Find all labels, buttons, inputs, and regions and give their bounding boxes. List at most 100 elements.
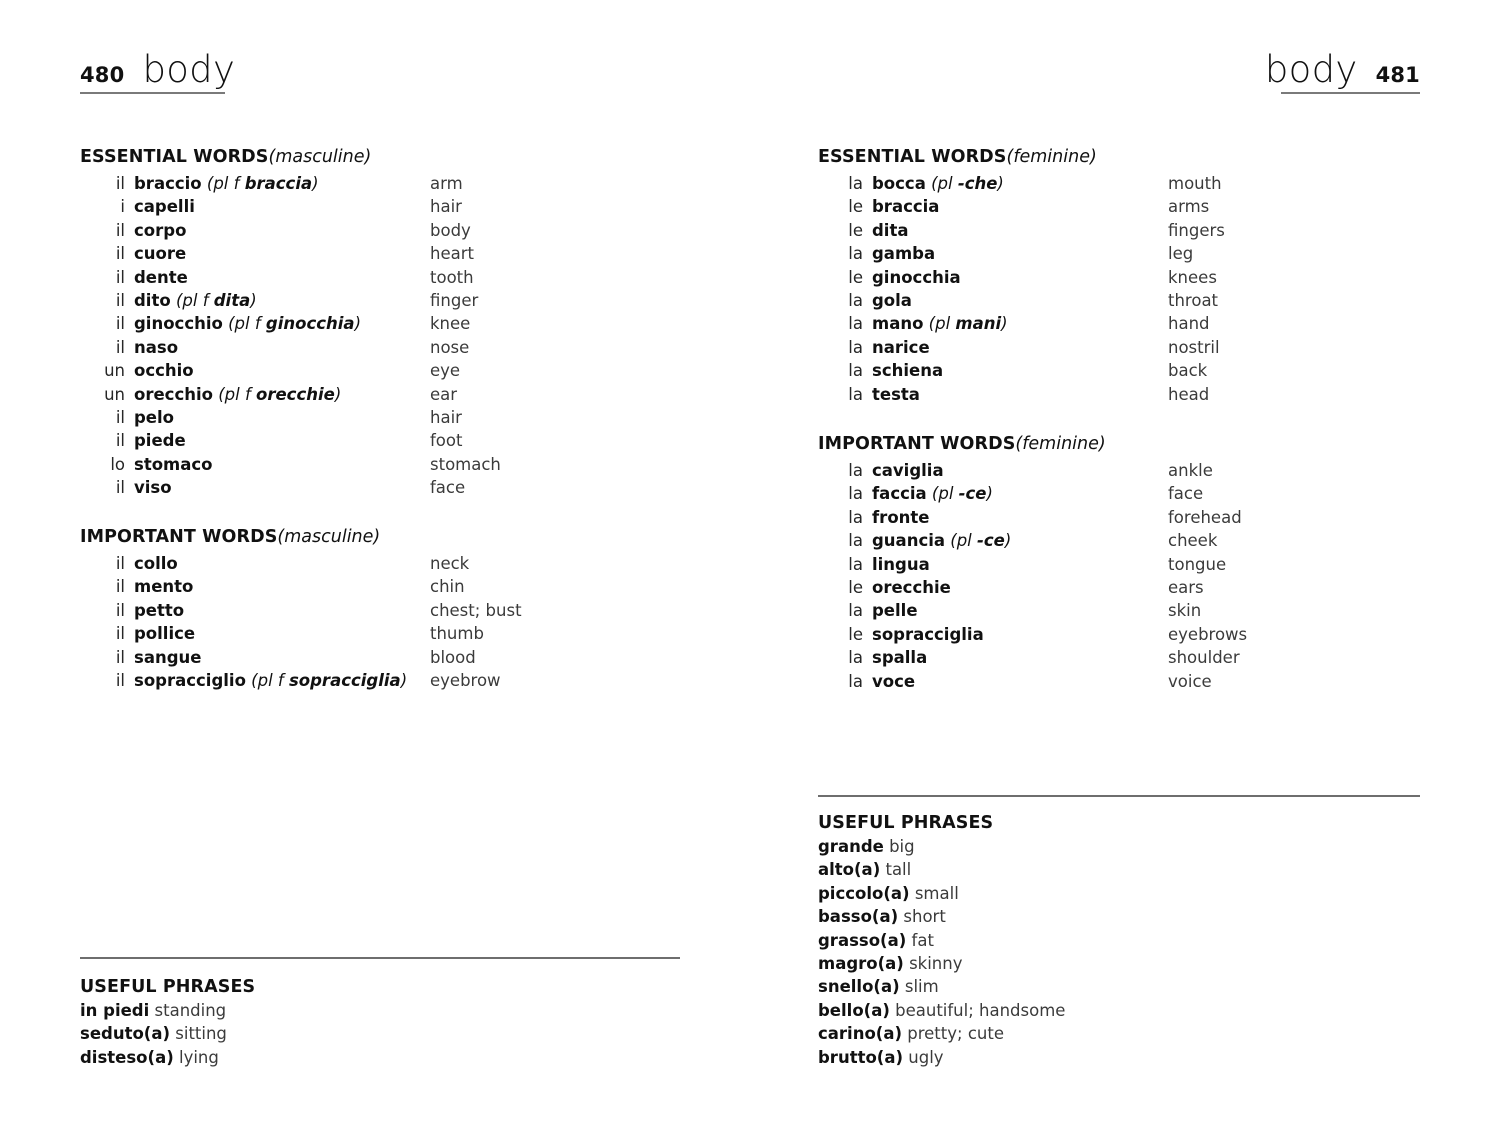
entry-term: caviglia — [872, 461, 944, 480]
entry-article: lo — [110, 454, 125, 474]
word-entry: il pollice thumb — [80, 624, 522, 647]
word-entry: la schiena back — [818, 361, 1225, 384]
entry-translation: chin — [430, 577, 465, 597]
phrase-item: grande big — [818, 837, 1065, 860]
folio-number-right: 481 — [1375, 63, 1420, 87]
phrase-item: snello(a) slim — [818, 977, 1065, 1000]
entry-article: il — [115, 670, 125, 690]
entry-translation: arms — [1168, 197, 1210, 217]
phrase-item: grasso(a) fat — [818, 931, 1065, 954]
entry-article: il — [115, 314, 125, 334]
word-entry: le orecchie ears — [818, 578, 1247, 601]
entry-translation: nose — [430, 337, 470, 357]
entry-article: il — [115, 174, 125, 193]
word-entry: lo stomaco stomach — [80, 455, 501, 478]
entry-term: gamba — [872, 244, 936, 264]
entry-term: dente — [134, 267, 188, 287]
entry-term: viso — [134, 478, 172, 498]
section-gender: (masculine) — [277, 527, 381, 547]
entry-term: naso — [134, 337, 179, 357]
entry-term: orecchie — [872, 577, 951, 597]
phrase-italian: snello(a) — [818, 977, 900, 997]
phrase-english: small — [909, 883, 959, 903]
phrase-item: bello(a) beautiful; handsome — [818, 1001, 1065, 1024]
word-entry: la gamba leg — [818, 244, 1225, 267]
word-entry: il mento chin — [80, 577, 522, 600]
entry-article: il — [115, 600, 125, 620]
section-title: IMPORTANT WORDS — [80, 527, 278, 547]
phrase-english: fat — [906, 930, 934, 950]
entry-translation: eyebrows — [1168, 624, 1248, 644]
section-gender: (feminine) — [1015, 434, 1106, 454]
entry-article: la — [848, 384, 863, 404]
entry-term: gola — [872, 290, 912, 310]
entry-article: il — [115, 337, 125, 357]
phrase-english: slim — [899, 977, 939, 997]
word-entry: il ginocchio (pl f ginocchia) knee — [80, 314, 501, 337]
phrase-item: magro(a) skinny — [818, 954, 1065, 977]
word-entry: il pelo hair — [80, 408, 501, 431]
entry-article: il — [115, 267, 125, 287]
word-entry: le braccia arms — [818, 197, 1225, 220]
entry-translation: face — [1168, 484, 1204, 504]
word-list: il braccio (pl f braccia) arm i capelli hair i… — [80, 174, 501, 501]
entry-translation: nostril — [1168, 337, 1220, 357]
entry-term: orecchio (pl f orecchie) — [134, 384, 342, 404]
entry-term: sopracciglio (pl f sopracciglia) — [134, 670, 408, 690]
word-entry: il naso nose — [80, 338, 501, 361]
entry-translation: heart — [430, 244, 474, 264]
entry-plural-note: (pl f braccia) — [201, 174, 319, 193]
entry-translation: face — [430, 478, 466, 498]
phrase-item: piccolo(a) small — [818, 884, 1065, 907]
entry-article: la — [848, 531, 863, 551]
word-entry: la gola throat — [818, 291, 1225, 314]
entry-article: la — [848, 361, 863, 381]
entry-plural-note: (pl -ce) — [945, 531, 1012, 551]
running-head-right: body 481 — [1265, 48, 1420, 91]
phrase-italian: seduto(a) — [80, 1024, 171, 1044]
entry-term: schiena — [872, 361, 944, 381]
entry-translation: blood — [430, 647, 476, 667]
entry-term: stomaco — [134, 454, 213, 474]
phrase-item: in piedi standing — [80, 1001, 255, 1024]
entry-article: la — [848, 648, 863, 668]
word-entry: la testa head — [818, 385, 1225, 408]
section-important-words-masculine: IMPORTANT WORDS(masculine) il collo neck il… — [80, 527, 522, 694]
entry-article: il — [115, 554, 125, 573]
useful-phrases-divider-left — [80, 957, 680, 959]
word-entry: il cuore heart — [80, 244, 501, 267]
phrase-italian: magro(a) — [818, 953, 904, 973]
word-entry: la faccia (pl -ce) face — [818, 484, 1247, 507]
section-important-words-feminine: IMPORTANT WORDS(feminine) la caviglia ankl… — [818, 434, 1247, 695]
entry-article: la — [848, 554, 863, 574]
entry-article: la — [848, 507, 863, 527]
running-head-word-left: body — [142, 48, 236, 91]
entry-article: un — [104, 384, 125, 404]
phrase-item: basso(a) short — [818, 907, 1065, 930]
entry-translation: shoulder — [1168, 648, 1240, 668]
phrase-italian: bello(a) — [818, 1000, 890, 1020]
entry-article: le — [848, 197, 863, 217]
phrase-english: ugly — [903, 1047, 944, 1067]
entry-article: le — [848, 624, 863, 644]
word-entry: le ginocchia knees — [818, 268, 1225, 291]
entry-article: il — [115, 407, 125, 427]
section-gender: (masculine) — [268, 147, 372, 167]
word-entry: le dita fingers — [818, 221, 1225, 244]
entry-article: il — [115, 624, 125, 644]
phrase-italian: brutto(a) — [818, 1047, 904, 1067]
entry-translation: throat — [1168, 290, 1219, 310]
entry-term: mento — [134, 577, 194, 597]
section-heading: IMPORTANT WORDS(feminine) — [818, 434, 1247, 454]
phrase-english: skinny — [903, 953, 963, 973]
useful-phrases-title: USEFUL PHRASES — [80, 977, 256, 997]
entry-term: piede — [134, 431, 186, 451]
section-heading: IMPORTANT WORDS(masculine) — [80, 527, 522, 547]
page-spread: 480 body ESSENTIAL WORDS(masculine) il br… — [0, 0, 1500, 1136]
entry-term: faccia (pl -ce) — [872, 484, 993, 504]
entry-term: ginocchia — [872, 267, 961, 287]
running-head-left: 480 body — [80, 48, 235, 91]
word-list: la caviglia ankle la faccia (pl -ce) face la fr… — [818, 461, 1247, 695]
entry-term: pelo — [134, 407, 174, 427]
section-heading: ESSENTIAL WORDS(feminine) — [818, 147, 1225, 167]
